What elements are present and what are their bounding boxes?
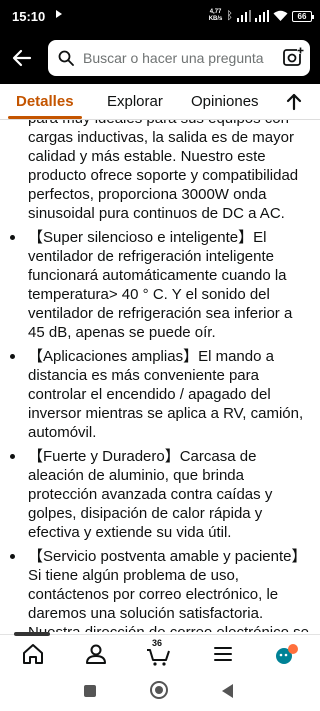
feature-text: 【Servicio postventa amable y paciente】Si… (28, 548, 309, 632)
account-icon[interactable] (83, 641, 109, 667)
bullet-dot (10, 354, 15, 359)
feature-bullet: 【Super silencioso e inteligente】El venti… (0, 228, 320, 342)
feature-text: 【Fuerte y Duradero】Carcasa de aleación d… (28, 448, 273, 541)
signal-icon (237, 10, 251, 22)
tab-explorar[interactable]: Explorar (107, 93, 163, 110)
bluetooth-icon: ᛒ (226, 10, 233, 22)
status-indicators: 4,77 KB/s ᛒ 66 (209, 6, 314, 26)
signal-icon-2 (255, 10, 269, 22)
bullet-dot (10, 454, 15, 459)
active-nav-indicator (14, 632, 50, 636)
product-details-content: para muy ideales para sus equipos con ca… (0, 120, 320, 632)
active-tab-indicator (8, 116, 82, 119)
menu-icon[interactable] (210, 641, 236, 667)
network-speed-unit: KB/s (208, 16, 223, 22)
feature-text: para muy ideales para sus equipos con ca… (28, 120, 299, 222)
network-speed: 4,77 KB/s (209, 9, 223, 23)
bullet-dot (10, 235, 15, 240)
status-time: 15:10 (12, 9, 46, 24)
section-tabs: Detalles Explorar Opiniones (0, 84, 320, 120)
search-icon (58, 50, 74, 66)
network-speed-value: 4,77 (209, 9, 222, 15)
feature-bullet: 【Aplicaciones amplias】El mando a distanc… (0, 347, 320, 442)
cart-button[interactable]: 36 (146, 638, 172, 667)
system-navigation-bar (0, 672, 320, 711)
system-back-icon[interactable] (222, 684, 233, 698)
home-icon[interactable] (20, 641, 46, 667)
feature-text: 【Super silencioso e inteligente】El venti… (28, 229, 293, 341)
feature-text: 【Aplicaciones amplias】El mando a distanc… (28, 348, 304, 441)
search-input[interactable]: Buscar o hacer una pregunta (48, 40, 310, 76)
bullet-dot (10, 554, 15, 559)
wifi-icon (273, 10, 288, 21)
feature-bullet: para muy ideales para sus equipos con ca… (0, 120, 320, 223)
tab-detalles[interactable]: Detalles (16, 93, 74, 110)
battery-icon: 66 (292, 10, 314, 22)
feature-bullet: 【Servicio postventa amable y paciente】Si… (0, 547, 320, 632)
back-arrow-icon[interactable] (8, 44, 36, 72)
feature-bullet-list: para muy ideales para sus equipos con ca… (0, 120, 320, 632)
cart-count-badge: 36 (152, 638, 163, 648)
recent-apps-icon[interactable] (84, 685, 96, 697)
status-bar: 15:10 4,77 KB/s ᛒ 66 (0, 0, 320, 32)
play-store-notification-icon (56, 10, 62, 18)
app-header: Buscar o hacer una pregunta (0, 32, 320, 84)
camera-lens-icon[interactable] (282, 47, 304, 69)
search-placeholder: Buscar o hacer una pregunta (83, 50, 264, 66)
feature-bullet: 【Fuerte y Duradero】Carcasa de aleación d… (0, 447, 320, 542)
battery-level: 66 (297, 11, 307, 21)
system-home-icon[interactable] (150, 681, 168, 699)
bottom-navigation: 36 (0, 634, 320, 672)
arrow-up-icon[interactable] (278, 90, 310, 114)
rufus-assistant-icon[interactable] (274, 641, 300, 667)
tab-opiniones[interactable]: Opiniones (191, 93, 259, 110)
